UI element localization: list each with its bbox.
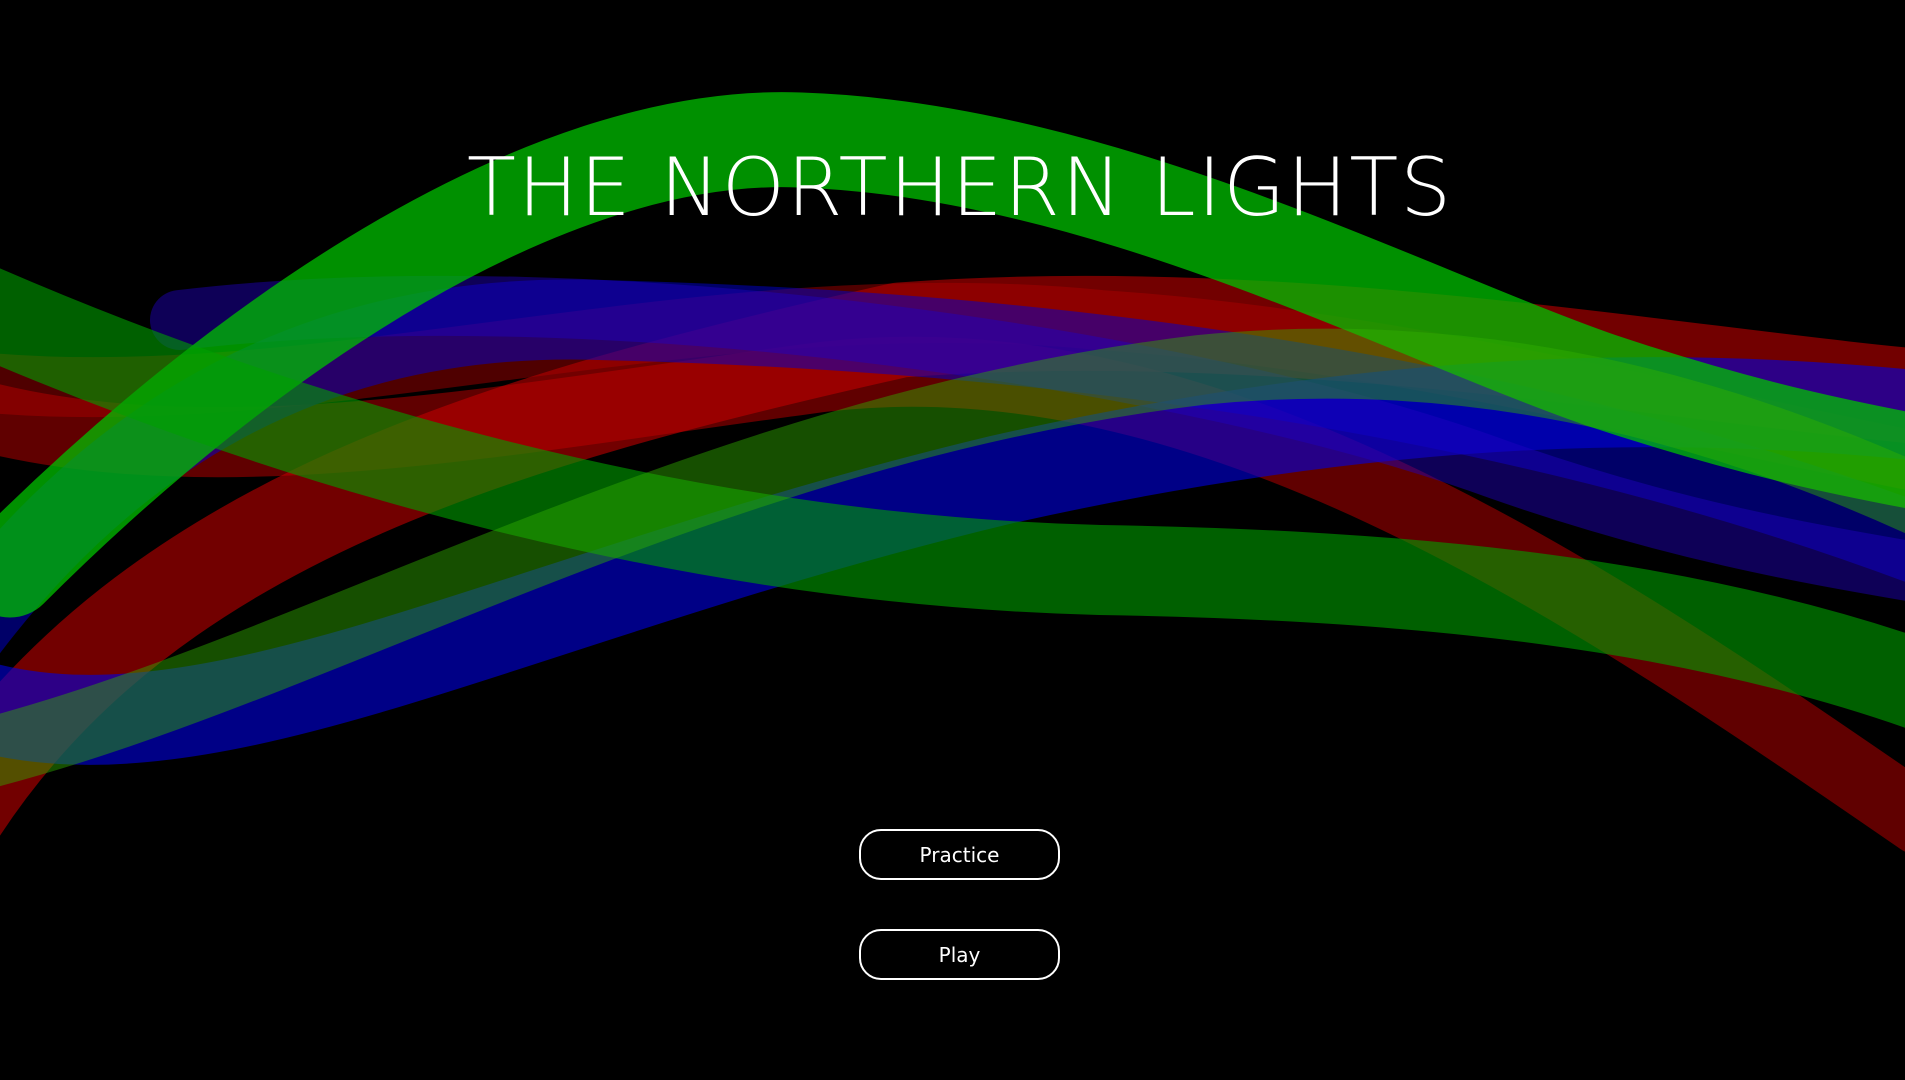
play-button[interactable]: Play: [859, 929, 1060, 980]
practice-button[interactable]: Practice: [859, 829, 1060, 880]
game-title: THE NORTHERN LIGHTS: [467, 141, 1453, 234]
main-menu-screen: THE NORTHERN LIGHTS Practice Play: [0, 0, 1905, 1080]
